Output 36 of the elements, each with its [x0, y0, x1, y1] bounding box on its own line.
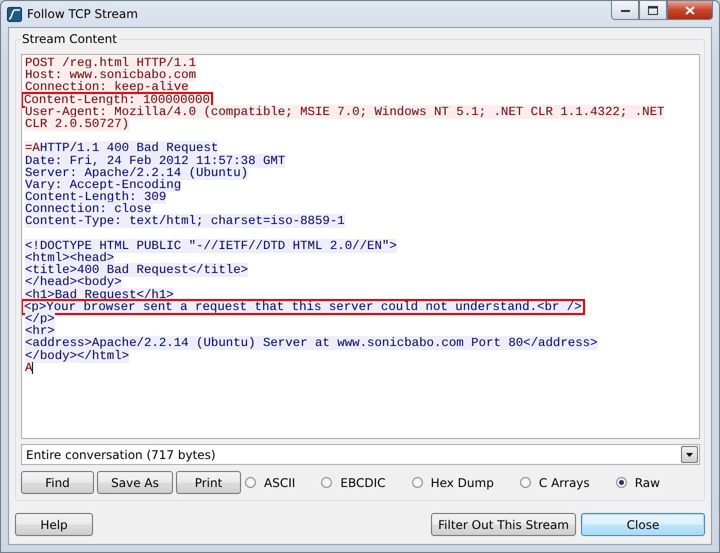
close-icon [685, 6, 695, 14]
window-title: Follow TCP Stream [27, 7, 139, 21]
maximize-icon [648, 6, 658, 14]
group-title: Stream Content [21, 32, 118, 46]
server-text: <address>Apache/2.2.14 (Ubuntu) Server at www.sonicbabo.com Port 80</address> [25, 336, 598, 350]
dialog-button[interactable]: Close [581, 513, 705, 536]
server-text: <p>Your browser sent a request that this server could not understand.<br /> [24, 300, 582, 314]
action-button[interactable]: Find [21, 471, 94, 494]
close-window-button[interactable] [667, 1, 713, 20]
format-radio-option[interactable]: C Arrays [520, 476, 590, 490]
server-text: <!DOCTYPE HTML PUBLIC "-//IETF//DTD HTML 2.0//EN"> [25, 238, 397, 253]
server-text: HTTP/1.1 400 Bad Request [40, 141, 218, 156]
dialog-button[interactable]: Help [15, 513, 93, 536]
server-text: Content-Type: text/html; charset=iso-8859-1 [25, 214, 345, 228]
client-text: Content-Length: 100000000 [24, 92, 210, 107]
action-button[interactable]: Save As [97, 471, 173, 494]
client-text: User-Agent: Mozilla/4.0 (compatible; MSIE 7.0; Windows NT 5.1; .NET CLR 1.1.4322; .NET [25, 104, 664, 119]
client-text: CLR 2.0.50727) [25, 116, 130, 131]
format-radio-option[interactable]: Raw [616, 476, 660, 490]
format-radio-option[interactable]: ASCII [245, 476, 296, 490]
conversation-dropdown[interactable]: Entire conversation (717 bytes) [21, 444, 700, 465]
server-text: <title>400 Bad Request</title> [25, 263, 248, 278]
dialog-button[interactable]: Filter Out This Stream [431, 513, 576, 536]
server-text: </head><body> [25, 275, 122, 290]
minimize-button[interactable] [611, 1, 639, 20]
format-radio-option[interactable]: EBCDIC [321, 476, 386, 490]
dropdown-arrow-icon [686, 452, 693, 456]
maximize-button[interactable] [639, 1, 667, 20]
minimize-icon [620, 8, 630, 12]
format-radio-option[interactable]: Hex Dump [412, 476, 494, 490]
server-text: </body></html> [25, 348, 130, 362]
text-cursor [32, 362, 34, 374]
client-text: A [25, 360, 32, 375]
app-icon [7, 6, 22, 22]
client-text: =A [25, 141, 40, 156]
action-button[interactable]: Print [176, 471, 241, 494]
